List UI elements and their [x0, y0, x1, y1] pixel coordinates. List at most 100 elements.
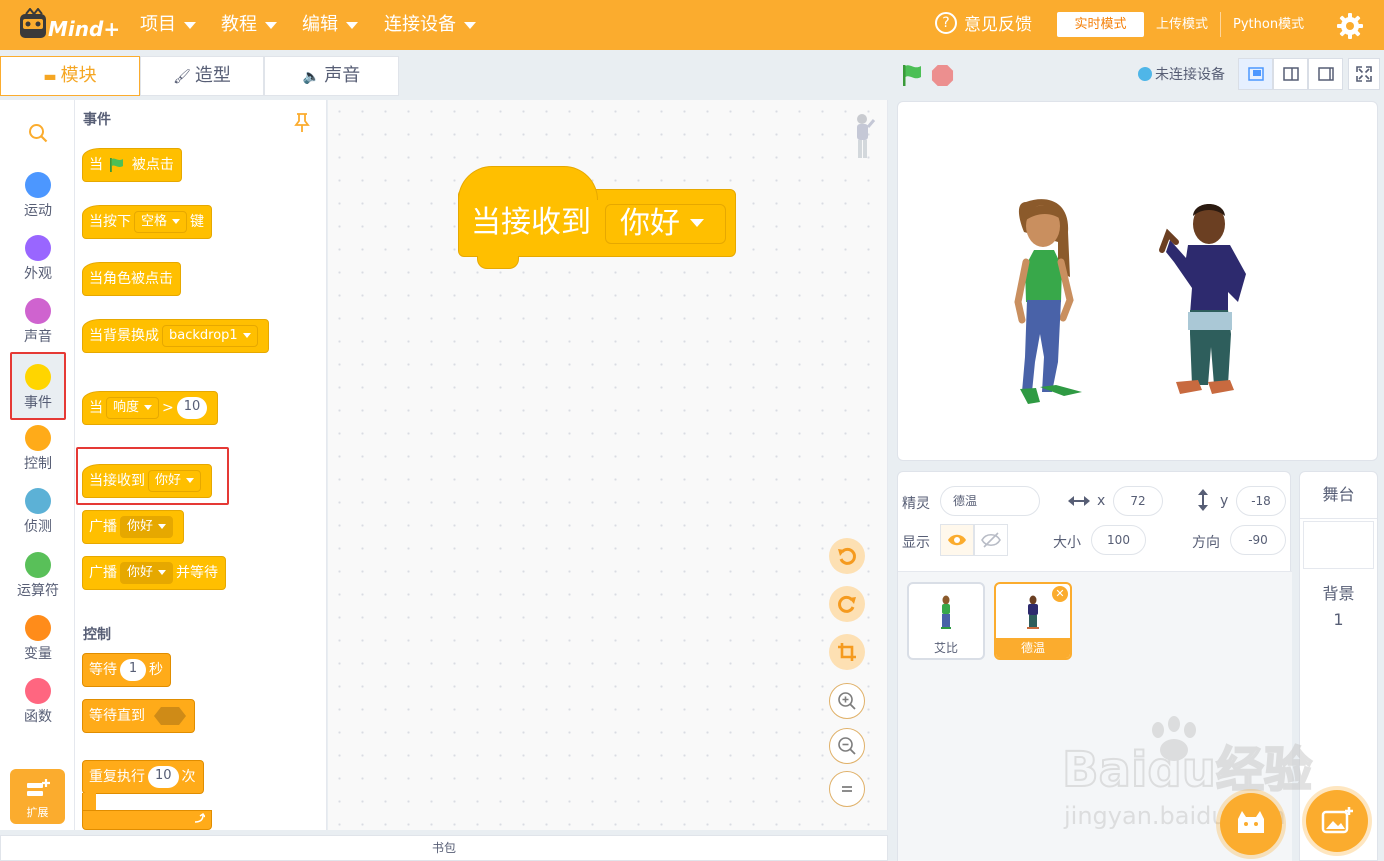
block-repeat[interactable]: 重复执行 10 次 [82, 760, 204, 794]
stage-canvas[interactable] [897, 101, 1378, 461]
menu-project[interactable]: 项目 [140, 0, 196, 50]
zoom-reset-button[interactable] [829, 771, 865, 807]
block-wait[interactable]: 等待 1 秒 [82, 653, 171, 687]
crop-icon [838, 643, 856, 661]
menu-connect-device[interactable]: 连接设备 [384, 0, 476, 50]
category-sound[interactable]: 声音 [10, 288, 66, 348]
threshold-input[interactable]: 10 [176, 397, 208, 419]
mode-realtime[interactable]: 实时模式 [1057, 12, 1144, 37]
sprite-name-input[interactable]: 德温 [940, 486, 1040, 516]
editor-tabs: ▬ 模块 🖌 造型 🔈 声音 [0, 56, 399, 96]
block-when-flag-clicked[interactable]: 当 被点击 [82, 135, 182, 182]
tab-costumes[interactable]: 🖌 造型 [140, 56, 264, 96]
repeat-count-input[interactable]: 10 [148, 766, 179, 788]
sprite-name-label: 德温 [996, 638, 1070, 658]
hide-sprite-button[interactable] [974, 524, 1008, 556]
extension-icon [26, 779, 50, 796]
feedback-link[interactable]: ? 意见反馈 [935, 0, 1032, 50]
status-dot-icon [1138, 67, 1152, 81]
connection-status: 未连接设备 [1138, 63, 1225, 87]
sensor-dropdown[interactable]: 响度 [106, 397, 160, 419]
block-hat-hump [458, 166, 598, 200]
sprite-abby-image[interactable] [1014, 199, 1082, 404]
layout-small-stage-button[interactable] [1238, 58, 1273, 90]
sprite-thumb-devin[interactable]: ✕ 德温 [994, 582, 1072, 660]
y-input[interactable]: -18 [1236, 486, 1286, 516]
mode-upload[interactable]: 上传模式 [1144, 12, 1220, 37]
layout-hide-stage-button[interactable] [1308, 58, 1343, 90]
fullscreen-button[interactable] [1348, 58, 1380, 90]
menu-edit[interactable]: 编辑 [302, 0, 358, 50]
category-variables[interactable]: 变量 [10, 605, 66, 665]
zoom-in-button[interactable] [829, 683, 865, 719]
menu-tutorial[interactable]: 教程 [221, 0, 277, 50]
extension-button[interactable]: 扩展 [10, 769, 65, 824]
undo-button[interactable] [829, 538, 865, 574]
category-motion[interactable]: 运动 [10, 162, 66, 222]
dropdown-arrow-icon [690, 218, 704, 227]
category-operators[interactable]: 运算符 [10, 542, 66, 602]
svg-text:Baidu经验: Baidu经验 [1062, 742, 1312, 798]
pin-icon[interactable] [293, 112, 311, 134]
tab-blocks[interactable]: ▬ 模块 [0, 56, 140, 96]
x-input[interactable]: 72 [1113, 486, 1163, 516]
chevron-down-icon [346, 21, 358, 29]
gear-icon[interactable] [1336, 12, 1364, 40]
eye-off-icon [981, 532, 1001, 548]
block-when-greater-than[interactable]: 当响度 >10 [82, 378, 219, 425]
direction-input[interactable]: -90 [1230, 525, 1286, 555]
normal-stage-icon [1282, 67, 1299, 81]
mindplus-logo[interactable]: Mind+ [18, 8, 122, 44]
sprite-abby-thumbnail [941, 595, 951, 629]
condition-slot-icon [154, 707, 187, 725]
stop-icon[interactable] [931, 64, 954, 87]
message-dropdown[interactable]: 你好 [120, 562, 174, 584]
show-sprite-button[interactable] [940, 524, 974, 556]
sprite-name-label: 艾比 [933, 641, 958, 655]
crop-button[interactable] [829, 634, 865, 670]
zoom-in-icon [838, 692, 856, 710]
category-events[interactable]: 事件 [10, 352, 66, 420]
svg-text:Mind+: Mind+ [48, 17, 120, 41]
category-looks[interactable]: 外观 [10, 225, 66, 285]
wait-seconds-input[interactable]: 1 [120, 659, 146, 681]
block-when-backdrop-switches[interactable]: 当背景换成 backdrop1 [82, 306, 269, 353]
block-broadcast[interactable]: 广播 你好 [82, 510, 185, 544]
message-dropdown[interactable]: 你好 [120, 516, 174, 538]
sprite-thumb-abby[interactable]: 艾比 [907, 582, 985, 660]
block-when-key-pressed[interactable]: 当按下 空格键 [82, 192, 213, 239]
zoom-out-button[interactable] [829, 728, 865, 764]
palette-section-control: 控制 [83, 627, 111, 643]
dropdown-arrow-icon [158, 570, 167, 575]
script-message-dropdown[interactable]: 你好 [605, 204, 726, 244]
category-control[interactable]: 控制 [10, 415, 66, 475]
choose-sprite-button[interactable] [1220, 793, 1282, 855]
sprite-devin-image[interactable] [1159, 204, 1246, 394]
mode-python[interactable]: Python模式 [1220, 12, 1316, 37]
fullscreen-icon [1356, 66, 1372, 82]
choose-backdrop-button[interactable] [1306, 790, 1368, 852]
brush-icon: 🖌 [173, 69, 191, 85]
category-sensing[interactable]: 侦测 [10, 478, 66, 538]
menu-bar: Mind+ 项目 教程 编辑 连接设备 ? 意见反馈 实时模式 上传模式 Pyth… [0, 0, 1384, 50]
size-input[interactable]: 100 [1091, 525, 1146, 555]
backdrop-dropdown[interactable]: backdrop1 [162, 325, 258, 347]
layout-normal-stage-button[interactable] [1273, 58, 1308, 90]
sprite-cat-icon [1238, 811, 1264, 833]
tab-sounds[interactable]: 🔈 声音 [264, 56, 399, 96]
redo-button[interactable] [829, 586, 865, 622]
script-block-when-receive[interactable]: 当接收到 你好 [458, 166, 736, 269]
palette-section-events: 事件 [83, 112, 111, 128]
block-broadcast-and-wait[interactable]: 广播 你好 并等待 [82, 556, 227, 590]
question-icon: ? [935, 12, 957, 34]
delete-sprite-icon[interactable]: ✕ [1052, 586, 1068, 602]
block-wait-until[interactable]: 等待直到 [82, 699, 196, 733]
backpack-bar[interactable]: 书包 [0, 835, 888, 861]
green-flag-icon[interactable] [900, 63, 924, 87]
block-when-sprite-clicked[interactable]: 当角色被点击 [82, 249, 181, 296]
category-functions[interactable]: 函数 [10, 668, 66, 728]
category-dot-icon [25, 298, 51, 324]
repeat-block-foot [82, 810, 212, 830]
key-dropdown[interactable]: 空格 [134, 211, 188, 233]
search-icon[interactable] [28, 123, 48, 143]
